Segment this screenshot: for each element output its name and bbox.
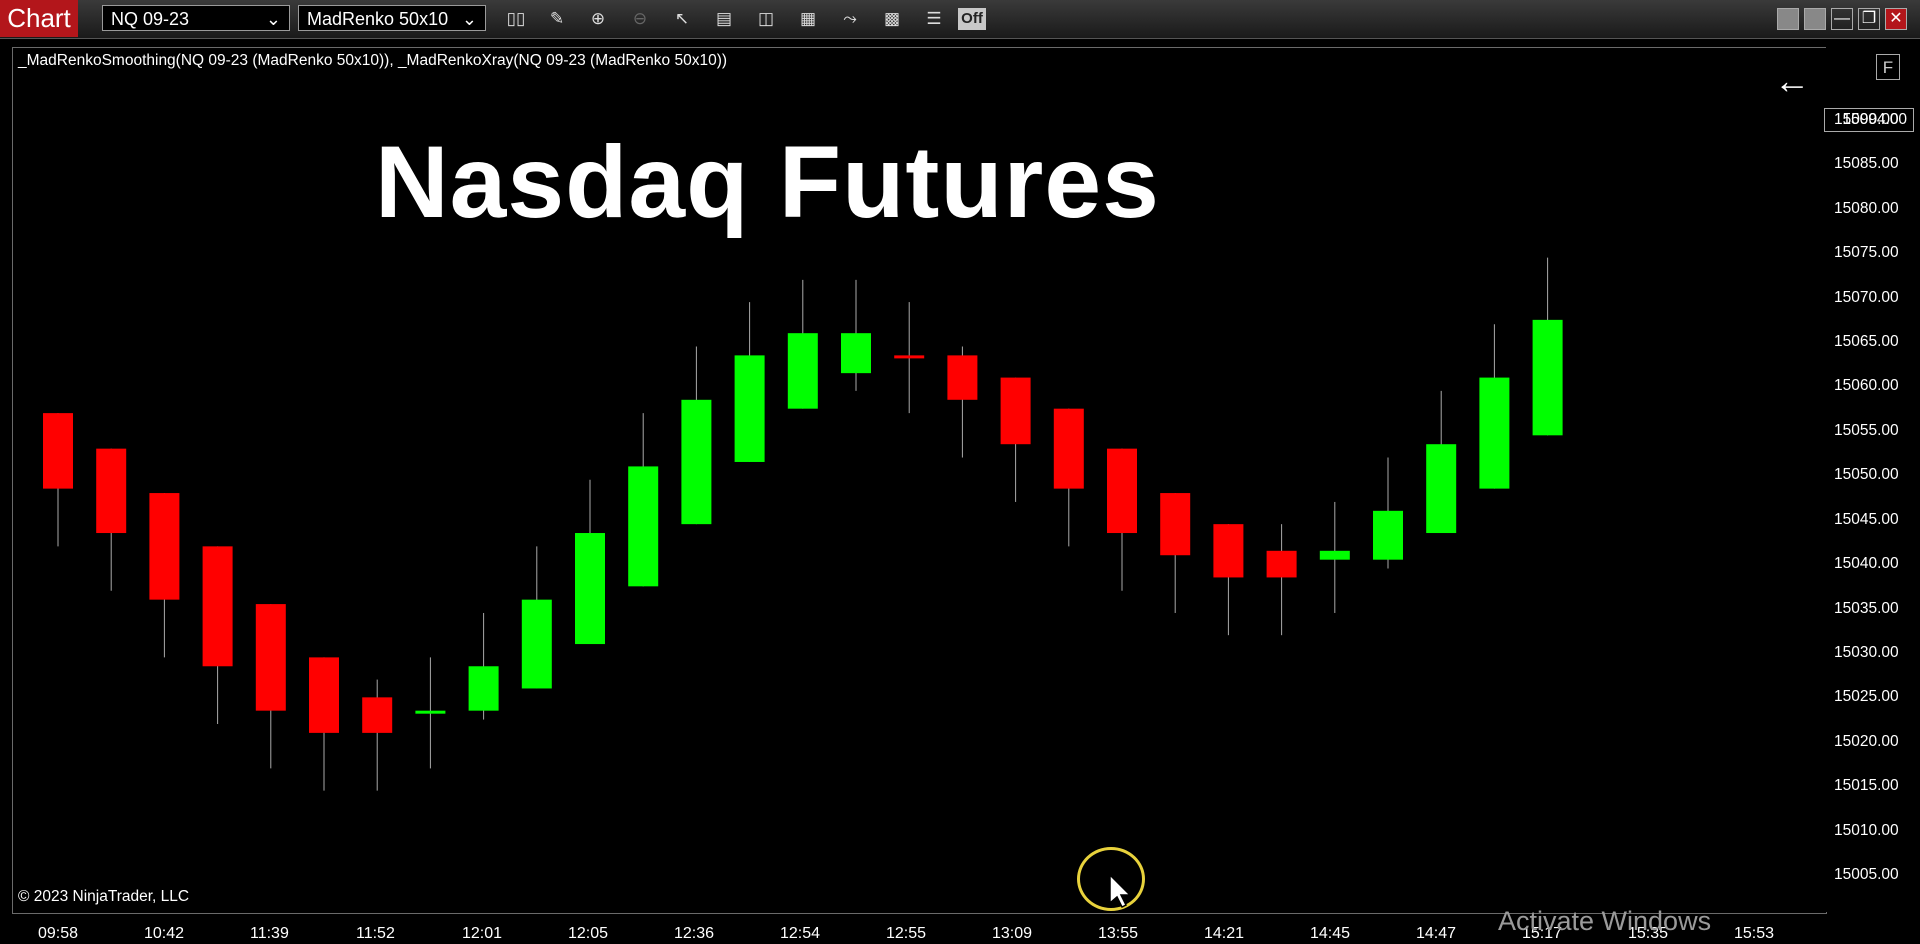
back-arrow-icon[interactable]: ← [1774, 60, 1810, 102]
time-tick-label: 11:39 [250, 925, 289, 942]
overlay-title: Nasdaq Futures [375, 125, 1160, 239]
candle-body [521, 599, 552, 689]
candle-body [415, 710, 446, 714]
time-tick-label: 14:47 [1416, 925, 1457, 942]
price-tick-label: 15090.00 [1834, 111, 1899, 128]
price-tick-label: 15020.00 [1834, 732, 1899, 750]
candle-body [1000, 377, 1031, 445]
price-tick-label: 15055.00 [1834, 421, 1899, 439]
candle-body [1107, 448, 1137, 534]
time-tick-label: 09:58 [38, 925, 79, 942]
price-tick-label: 15065.00 [1834, 333, 1899, 351]
price-tick-label: 15075.00 [1834, 244, 1899, 262]
mouse-pointer-icon [1109, 873, 1132, 909]
time-tick-label: 14:45 [1310, 925, 1351, 942]
candle-body [841, 333, 871, 374]
candle-body [894, 355, 925, 359]
price-tick-label: 15030.00 [1834, 643, 1899, 661]
candle-body [1426, 444, 1457, 534]
price-tick-label: 15050.00 [1834, 466, 1899, 484]
candle-body [787, 333, 818, 409]
time-tick-label: 10:42 [144, 925, 185, 942]
candle-body [202, 546, 233, 667]
price-tick-label: 15005.00 [1834, 866, 1899, 883]
candle-body [43, 413, 73, 489]
price-tick-label: 15070.00 [1834, 288, 1899, 306]
price-tick-label: 15060.00 [1834, 377, 1899, 395]
time-tick-label: 11:52 [356, 925, 395, 942]
candle-body [1319, 550, 1350, 560]
candle-body [1213, 524, 1244, 578]
price-tick-label: 15045.00 [1834, 510, 1899, 528]
candle-body [734, 355, 765, 462]
price-tick-label: 15015.00 [1834, 777, 1899, 795]
candle-body [1532, 319, 1563, 436]
time-tick-label: 12:54 [780, 925, 821, 942]
time-tick-label: 12:05 [568, 925, 609, 942]
candle-body [1266, 550, 1297, 578]
candle-body [96, 448, 127, 534]
candle-body [149, 493, 180, 600]
price-tick-label: 15010.00 [1834, 821, 1899, 839]
time-tick-label: 12:55 [886, 925, 927, 942]
price-tick-label: 15080.00 [1834, 199, 1899, 217]
candle-body [1160, 493, 1191, 556]
price-tick-label: 15085.00 [1834, 155, 1899, 173]
candle-body [1479, 377, 1510, 489]
candle-body [575, 533, 605, 645]
time-tick-label: 13:55 [1098, 925, 1139, 942]
time-tick-label: 13:09 [992, 925, 1033, 942]
candle-body [1053, 408, 1084, 489]
price-tick-label: 15035.00 [1834, 599, 1899, 617]
candle-body [628, 466, 659, 587]
time-tick-label: 12:01 [462, 925, 503, 942]
candle-body [255, 604, 286, 711]
time-tick-label: 14:21 [1204, 925, 1245, 942]
indicator-label: _MadRenkoSmoothing(NQ 09-23 (MadRenko 50… [18, 52, 728, 69]
price-tick-label: 15025.00 [1834, 688, 1899, 706]
copyright-text: © 2023 NinjaTrader, LLC [18, 888, 190, 905]
candle-body [681, 399, 712, 525]
candle-body [362, 697, 393, 733]
candle-body [947, 355, 978, 400]
price-tick-label: 15040.00 [1834, 555, 1899, 573]
candle-body [468, 666, 499, 711]
candle-body [309, 657, 339, 733]
activate-windows-watermark: Activate Windows [1498, 906, 1712, 936]
time-tick-label: 12:36 [674, 925, 715, 942]
time-tick-label: 15:53 [1734, 925, 1775, 942]
candle-body [1373, 510, 1403, 560]
